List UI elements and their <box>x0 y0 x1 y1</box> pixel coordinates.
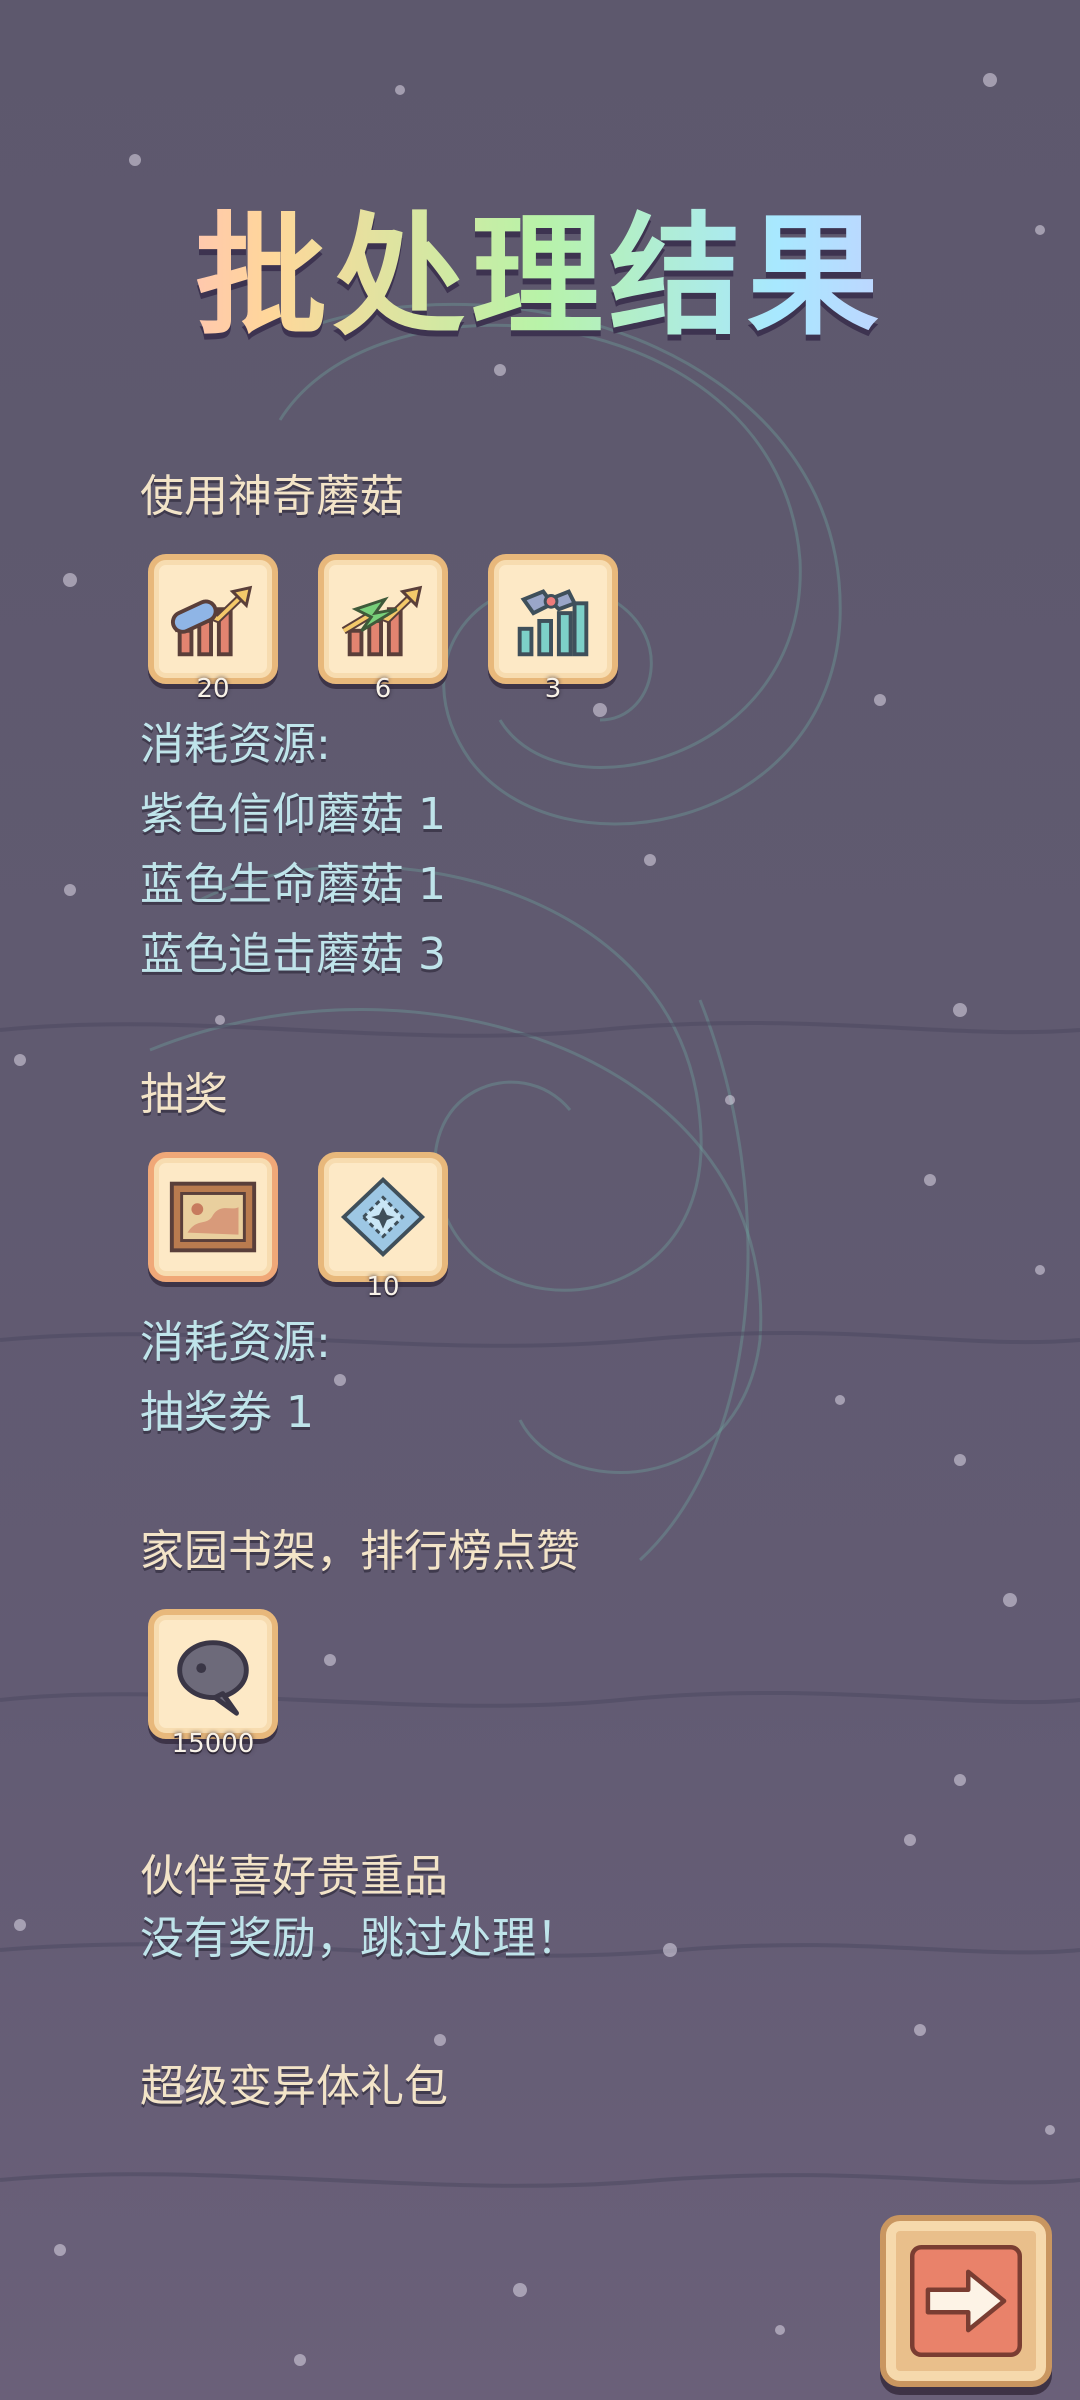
section-heading: 超级变异体礼包 <box>140 2061 448 2112</box>
speech-bubble-icon <box>177 1640 249 1716</box>
next-button[interactable] <box>880 2215 1052 2387</box>
reward-item-faith-boost[interactable]: 20 <box>148 554 278 704</box>
consumed-label: 消耗资源: <box>140 1317 331 1368</box>
ticket-icon <box>340 1177 426 1257</box>
consumed-label: 消耗资源: <box>140 719 331 770</box>
consumed-line: 蓝色生命蘑菇 1 <box>140 859 446 910</box>
consumed-line: 抽奖券 1 <box>140 1387 314 1438</box>
reward-item-life-boost[interactable]: 6 <box>318 554 448 704</box>
item-count: 6 <box>374 674 392 704</box>
section-heading: 使用神奇蘑菇 <box>140 471 404 522</box>
skip-note: 没有奖励，跳过处理！ <box>140 1913 580 1964</box>
faith-boost-icon <box>170 585 253 657</box>
section-magic-mushroom: 使用神奇蘑菇 20 6 3 消耗资源: 紫色信仰蘑菇 1 蓝色生命蘑菇 1 蓝色… <box>140 460 618 990</box>
section-heading: 伙伴喜好贵重品 <box>140 1851 448 1902</box>
item-count: 15000 <box>171 1729 255 1759</box>
item-count: 3 <box>544 674 562 704</box>
section-partner-gifts: 伙伴喜好贵重品 没有奖励，跳过处理！ <box>140 1840 580 1974</box>
consumed-line: 紫色信仰蘑菇 1 <box>140 789 446 840</box>
consumed-line: 蓝色追击蘑菇 3 <box>140 929 446 980</box>
section-heading: 家园书架，排行榜点赞 <box>140 1526 580 1577</box>
section-heading: 抽奖 <box>140 1069 228 1120</box>
reward-item-ticket[interactable]: 10 <box>318 1152 448 1302</box>
life-boost-icon <box>341 585 423 657</box>
section-lottery: 抽奖 10 消耗资源: 抽奖券 1 <box>140 1058 448 1448</box>
reward-item-bubble[interactable]: 15000 <box>148 1609 278 1759</box>
chase-boost-icon <box>517 589 589 657</box>
reward-item-chase-boost[interactable]: 3 <box>488 554 618 704</box>
section-super-mutant-pack: 超级变异体礼包 <box>140 2050 448 2114</box>
arrow-right-icon <box>910 2245 1022 2357</box>
item-count: 20 <box>196 674 230 704</box>
reward-item-painting[interactable] <box>148 1152 278 1282</box>
painting-icon <box>169 1181 257 1253</box>
item-count: 10 <box>366 1272 400 1302</box>
section-shelf-likes: 家园书架，排行榜点赞 15000 <box>140 1515 580 1759</box>
page-title: 批处理结果 <box>0 170 1080 361</box>
